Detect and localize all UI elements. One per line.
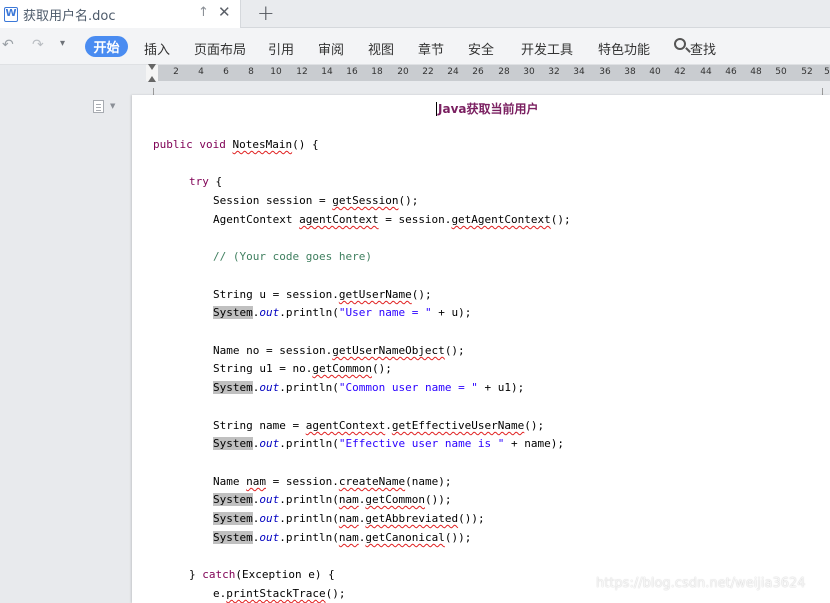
menu-tab-references[interactable]: 引用 — [268, 39, 294, 58]
code-line: System.out.println("Common user name = "… — [213, 381, 525, 394]
ruler-number: 24 — [447, 67, 459, 77]
code-line: String u = session.getUserName(); — [213, 288, 432, 301]
ruler-number: 38 — [624, 67, 636, 77]
ruler-number: 34 — [573, 67, 585, 77]
code-line: System.out.println(nam.getCanonical()); — [213, 531, 472, 544]
ruler-number: 32 — [548, 67, 560, 77]
horizontal-ruler[interactable]: 2 4 6 8 10 12 14 16 18 20 22 24 26 28 30… — [146, 65, 830, 81]
close-icon[interactable]: ✕ — [218, 3, 231, 21]
ruler-number: 36 — [599, 67, 611, 77]
document-title: Java获取当前用户 — [438, 102, 539, 116]
first-line-indent-marker[interactable] — [148, 64, 156, 70]
undo-icon[interactable]: ↶ — [2, 37, 14, 53]
code-line: System.out.println(nam.getAbbreviated())… — [213, 512, 485, 525]
word-doc-icon: W — [4, 6, 18, 22]
code-line: Name no = session.getUserNameObject(); — [213, 344, 465, 357]
menu-tab-view[interactable]: 视图 — [368, 39, 394, 58]
code-line: System.out.println("User name = " + u); — [213, 306, 472, 319]
code-line: Session session = getSession(); — [213, 194, 419, 207]
pin-up-icon[interactable]: ↑ — [198, 5, 209, 20]
menu-tab-security[interactable]: 安全 — [468, 39, 494, 58]
ruler-number: 14 — [321, 67, 333, 77]
ruler-number: 40 — [649, 67, 661, 77]
ruler-number: 28 — [498, 67, 510, 77]
menu-tab-insert[interactable]: 插入 — [144, 39, 170, 58]
ribbon-menu-bar: ↶ ↷ ▾ 开始 插入 页面布局 引用 审阅 视图 章节 安全 开发工具 特色功… — [0, 28, 830, 65]
code-comment: // (Your code goes here) — [213, 250, 372, 263]
ruler-number: 50 — [775, 67, 787, 77]
ruler-number: 42 — [674, 67, 686, 77]
code-line: System.out.println("Effective user name … — [213, 437, 565, 450]
code-line: String name = agentContext.getEffectiveU… — [213, 419, 545, 432]
ruler-number: 12 — [296, 67, 308, 77]
text-cursor — [436, 102, 437, 116]
search-label[interactable]: 查找 — [690, 39, 716, 58]
ruler-number: 52 — [801, 67, 813, 77]
ruler-number: 48 — [750, 67, 762, 77]
ruler-number: 46 — [725, 67, 737, 77]
ruler-number: 20 — [397, 67, 409, 77]
code-line: Name nam = session.createName(name); — [213, 475, 452, 488]
code-line: System.out.println(nam.getCommon()); — [213, 493, 452, 506]
ruler-number: 16 — [346, 67, 358, 77]
ruler-number: 18 — [371, 67, 383, 77]
ruler-number: 10 — [270, 67, 282, 77]
ruler-number: 30 — [523, 67, 535, 77]
left-indent-marker[interactable] — [148, 76, 156, 82]
code-line: e.printStackTrace(); — [213, 587, 346, 600]
menu-tab-home[interactable]: 开始 — [85, 36, 128, 57]
ruler-number: 2 — [173, 67, 179, 77]
watermark: https://blog.csdn.net/weijia3624 — [596, 576, 806, 591]
ruler-number: 26 — [472, 67, 484, 77]
chevron-down-icon[interactable]: ▾ — [60, 38, 65, 49]
ruler-number: 22 — [422, 67, 434, 77]
menu-tab-features[interactable]: 特色功能 — [598, 39, 650, 58]
code-line: public void NotesMain() { — [153, 138, 319, 151]
tab-bar: W 获取用户名.doc ↑ ✕ + — [0, 0, 830, 28]
menu-tab-page-layout[interactable]: 页面布局 — [194, 39, 246, 58]
code-line: } catch(Exception e) { — [189, 568, 335, 581]
menu-tab-section[interactable]: 章节 — [418, 39, 444, 58]
ruler-number: 8 — [248, 67, 254, 77]
document-tab[interactable]: W 获取用户名.doc ↑ ✕ — [0, 0, 241, 28]
menu-tab-review[interactable]: 审阅 — [318, 39, 344, 58]
code-line: AgentContext agentContext = session.getA… — [213, 213, 571, 226]
ruler-number: 5 — [824, 67, 830, 77]
ruler-number: 6 — [223, 67, 229, 77]
document-page[interactable]: Java获取当前用户 public void NotesMain() { try… — [132, 95, 830, 603]
new-tab-plus-icon[interactable]: + — [257, 1, 275, 25]
code-line: String u1 = no.getCommon(); — [213, 362, 392, 375]
menu-tab-developer[interactable]: 开发工具 — [521, 39, 573, 58]
chevron-down-icon[interactable]: ▼ — [110, 102, 115, 110]
tab-title: 获取用户名.doc — [23, 8, 116, 24]
ruler-number: 4 — [198, 67, 204, 77]
ruler-number: 44 — [700, 67, 712, 77]
code-line: try { — [189, 175, 223, 188]
search-icon[interactable] — [674, 38, 686, 50]
document-outline-icon[interactable] — [93, 100, 104, 113]
redo-icon[interactable]: ↷ — [32, 37, 44, 53]
